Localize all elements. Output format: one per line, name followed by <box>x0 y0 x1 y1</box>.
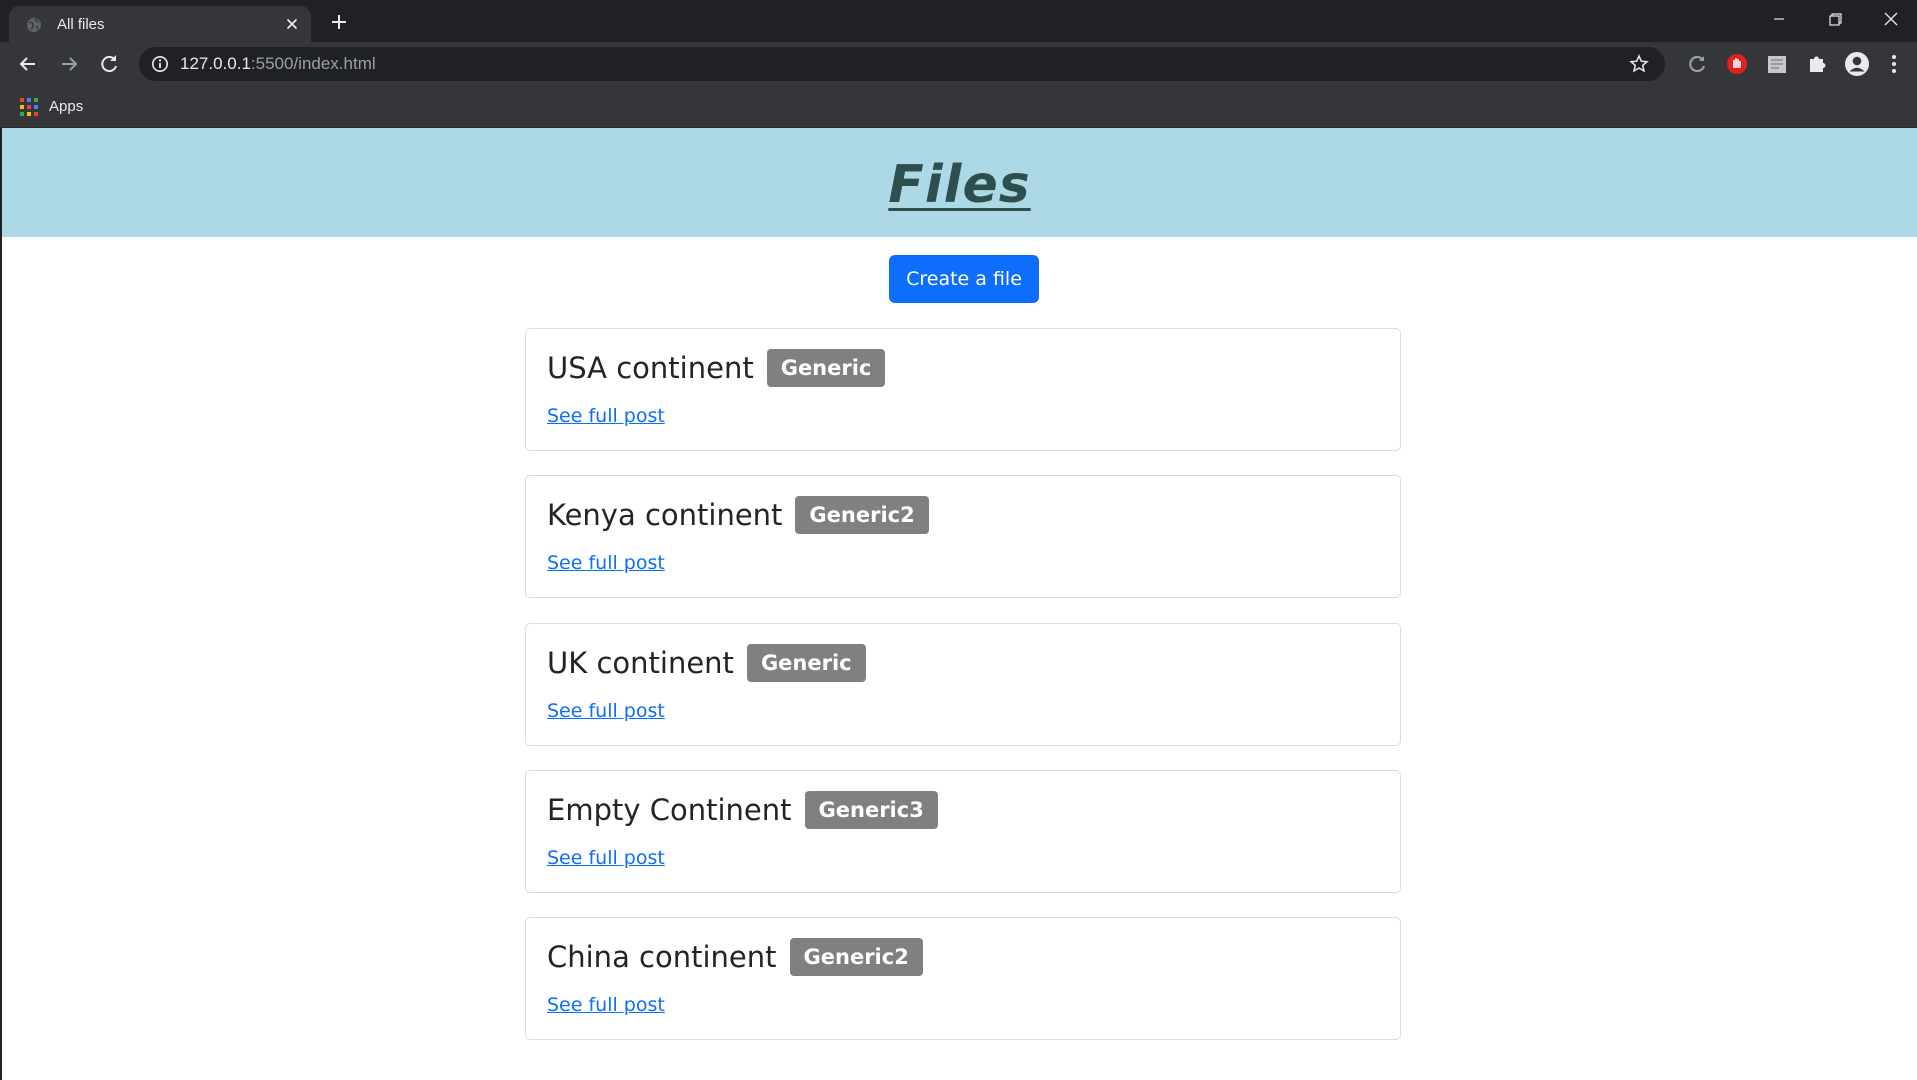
post-card: USA continent Generic See full post <box>525 328 1401 451</box>
page-title: Files <box>888 155 1031 215</box>
restore-icon[interactable] <box>1807 0 1863 38</box>
reload-icon[interactable] <box>95 50 123 78</box>
post-card-header: China continent Generic2 <box>547 938 923 976</box>
category-badge: Generic2 <box>795 496 929 534</box>
post-title: UK continent <box>547 646 734 680</box>
tab-title: All files <box>57 16 105 33</box>
globe-icon <box>27 18 41 32</box>
refresh-extension-icon[interactable] <box>1683 50 1711 78</box>
category-badge: Generic <box>766 349 886 387</box>
see-full-post-link[interactable]: See full post <box>547 552 665 574</box>
page-viewport: Files Create a file USA continent Generi… <box>0 128 1917 1080</box>
post-title: USA continent <box>547 351 754 385</box>
see-full-post-link[interactable]: See full post <box>547 994 665 1016</box>
create-file-button[interactable]: Create a file <box>889 255 1039 303</box>
url-text: 127.0.0.1:5500/index.html <box>180 54 376 74</box>
menu-dots-icon[interactable] <box>1880 50 1908 78</box>
close-tab-icon[interactable] <box>283 15 301 33</box>
url-host: 127.0.0.1 <box>180 54 251 73</box>
apps-label: Apps <box>49 98 84 115</box>
post-card: Kenya continent Generic2 See full post <box>525 475 1401 598</box>
post-title: China continent <box>547 940 777 974</box>
category-badge: Generic <box>746 644 866 682</box>
post-card-header: USA continent Generic <box>547 349 886 387</box>
url-path: :5500/index.html <box>250 54 376 73</box>
post-title: Kenya continent <box>547 498 783 532</box>
window-close-icon[interactable] <box>1863 0 1917 38</box>
post-card: Empty Continent Generic3 See full post <box>525 770 1401 893</box>
see-full-post-link[interactable]: See full post <box>547 847 665 869</box>
apps-grid-icon <box>20 98 38 116</box>
browser-toolbar: 127.0.0.1:5500/index.html <box>0 42 1917 86</box>
new-tab-icon[interactable] <box>326 9 352 35</box>
see-full-post-link[interactable]: See full post <box>547 405 665 427</box>
page-extension-icon[interactable] <box>1763 50 1791 78</box>
post-card-header: UK continent Generic <box>547 644 866 682</box>
browser-tabstrip: All files <box>0 0 1917 42</box>
post-card-header: Kenya continent Generic2 <box>547 496 929 534</box>
extensions-puzzle-icon[interactable] <box>1803 50 1831 78</box>
profile-avatar-icon[interactable] <box>1843 50 1871 78</box>
category-badge: Generic3 <box>804 791 938 829</box>
minimize-icon[interactable] <box>1751 0 1807 38</box>
back-arrow-icon[interactable] <box>14 50 42 78</box>
post-card: UK continent Generic See full post <box>525 623 1401 746</box>
adblock-extension-icon[interactable] <box>1723 50 1751 78</box>
forward-arrow-icon[interactable] <box>55 50 83 78</box>
info-icon[interactable] <box>151 55 169 73</box>
bookmark-star-icon[interactable] <box>1629 54 1649 74</box>
post-title: Empty Continent <box>547 793 792 827</box>
post-card: China continent Generic2 See full post <box>525 917 1401 1040</box>
category-badge: Generic2 <box>789 938 923 976</box>
page-header: Files <box>2 128 1917 237</box>
address-bar[interactable]: 127.0.0.1:5500/index.html <box>139 47 1665 81</box>
post-card-header: Empty Continent Generic3 <box>547 791 938 829</box>
browser-tab[interactable]: All files <box>9 6 311 42</box>
bookmarks-bar: Apps <box>0 86 1917 128</box>
see-full-post-link[interactable]: See full post <box>547 700 665 722</box>
